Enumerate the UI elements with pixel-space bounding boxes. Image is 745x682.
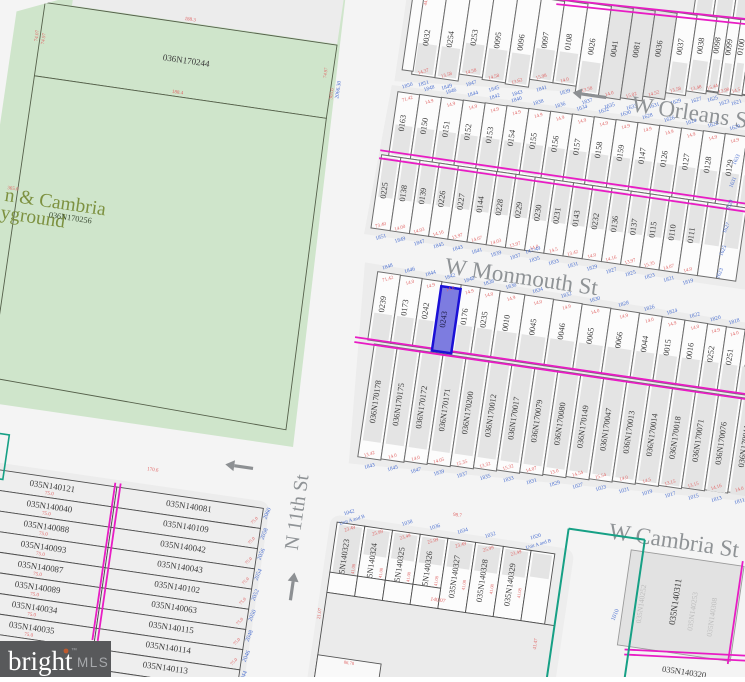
svg-text:™: ™ [71, 647, 77, 654]
svg-text:MLS: MLS [77, 655, 109, 670]
svg-text:bright: bright [8, 646, 73, 676]
svg-text:0100: 0100 [735, 38, 745, 56]
